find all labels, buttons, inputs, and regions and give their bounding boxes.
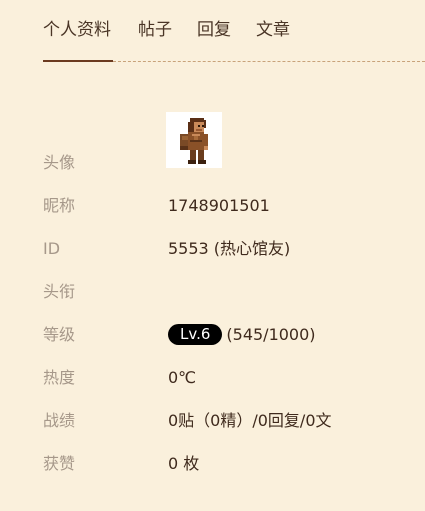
heat-value: 0℃ <box>168 368 197 387</box>
avatar[interactable] <box>166 112 222 168</box>
tab-replies[interactable]: 回复 <box>197 19 231 41</box>
level-badge: Lv.6 <box>168 324 223 345</box>
level-progress: (545/1000) <box>226 324 316 344</box>
record-value: 0贴（0精）/0回复/0文 <box>168 411 332 430</box>
title-label: 头衔 <box>43 282 76 301</box>
likes-label: 获赞 <box>43 454 76 473</box>
tab-profile[interactable]: 个人资料 <box>43 19 111 41</box>
avatar-label: 头像 <box>43 153 76 172</box>
likes-value: 0 枚 <box>168 454 200 473</box>
nickname-label: 昵称 <box>43 196 76 215</box>
profile-tabs: 个人资料 帖子 回复 文章 <box>0 0 425 62</box>
level-value: Lv.6 (545/1000) <box>168 324 316 345</box>
nickname-value: 1748901501 <box>168 196 270 215</box>
heat-label: 热度 <box>43 368 76 387</box>
pixel-character-avatar-icon <box>180 118 208 164</box>
id-label: ID <box>43 239 61 258</box>
tab-divider <box>113 61 425 62</box>
tab-articles[interactable]: 文章 <box>256 19 290 41</box>
tab-posts[interactable]: 帖子 <box>138 19 172 41</box>
level-label: 等级 <box>43 325 76 344</box>
active-tab-indicator <box>43 60 113 62</box>
record-label: 战绩 <box>43 411 76 430</box>
id-value: 5553 (热心馆友) <box>168 239 291 258</box>
